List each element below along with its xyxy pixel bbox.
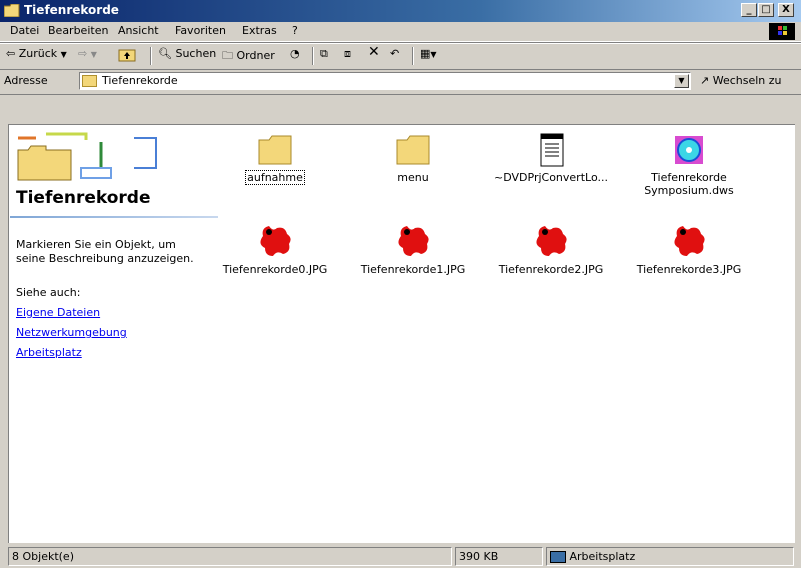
text-file-icon (540, 133, 564, 167)
status-object-count: 8 Objekt(e) (8, 547, 452, 566)
chevron-down-icon: ▼ (90, 50, 97, 59)
folder-icon (82, 75, 97, 87)
menu-bar: Datei Bearbeiten Ansicht Favoriten Extra… (0, 22, 801, 42)
computer-icon (550, 551, 566, 563)
folders-icon: 🗀 (222, 49, 233, 62)
undo-button[interactable]: ↶ (390, 47, 399, 60)
toolbar-separator (312, 47, 314, 65)
menu-help[interactable]: ? (292, 24, 298, 37)
link-netzwerkumgebung[interactable]: Netzwerkumgebung (16, 326, 127, 339)
forward-arrow-icon: ⇨ (78, 47, 88, 60)
jpg-image-icon (260, 226, 291, 256)
file-item[interactable]: Tiefenrekorde1.JPG (348, 222, 478, 276)
jpg-image-icon (536, 226, 567, 256)
up-folder-button[interactable] (118, 47, 136, 65)
folder-icon (396, 135, 430, 165)
go-button[interactable]: ↗ Wechseln zu (700, 74, 782, 87)
forward-button[interactable]: ⇨ ▼ (78, 47, 97, 60)
address-value: Tiefenrekorde (102, 74, 178, 87)
delete-icon: ✕ (368, 44, 380, 60)
back-button[interactable]: ⇦ Zurück ▼ (6, 47, 67, 60)
jpg-image-icon (398, 226, 429, 256)
panel-divider (10, 216, 218, 218)
go-arrow-icon: ↗ (700, 74, 710, 87)
folder-banner-icon (17, 132, 157, 181)
undo-icon: ↶ (390, 47, 400, 60)
views-icon: ▦ (420, 47, 431, 60)
history-button[interactable]: ◔ (290, 47, 300, 60)
toolbar: ⇦ Zurück ▼ ⇨ ▼ 🔍︎ Suchen 🗀 Ordner ◔ ⧉ ⧈ … (0, 42, 801, 70)
delete-button[interactable]: ✕ (368, 44, 380, 60)
history-icon: ◔ (290, 47, 300, 60)
windows-logo-icon (769, 23, 795, 40)
minimize-button[interactable]: _ (741, 3, 757, 17)
chevron-down-icon: ▼ (60, 50, 67, 59)
file-item[interactable]: aufnahme (210, 132, 340, 185)
move-to-icon: ⧉ (320, 47, 328, 60)
title-bar[interactable]: Tiefenrekorde _ □ X (0, 0, 801, 22)
folder-icon (4, 4, 20, 17)
file-item[interactable]: Tiefenrekorde0.JPG (210, 222, 340, 276)
link-arbeitsplatz[interactable]: Arbeitsplatz (16, 346, 82, 359)
panel-hint-line2: seine Beschreibung anzuzeigen. (16, 252, 194, 265)
search-icon: 🔍︎ (158, 47, 172, 60)
back-arrow-icon: ⇦ (6, 47, 16, 60)
address-dropdown-button[interactable]: ▼ (674, 74, 689, 88)
file-item[interactable]: Tiefenrekorde3.JPG (624, 222, 754, 276)
up-folder-icon (118, 49, 136, 62)
chevron-down-icon: ▼ (430, 50, 437, 59)
menu-bearbeiten[interactable]: Bearbeiten (48, 24, 108, 37)
copy-to-button[interactable]: ⧈ (344, 47, 351, 61)
address-input[interactable]: Tiefenrekorde ▼ (79, 72, 691, 90)
menu-extras[interactable]: Extras (242, 24, 277, 37)
address-label: Adresse (4, 74, 48, 87)
maximize-button[interactable]: □ (758, 3, 774, 17)
jpg-image-icon (674, 226, 705, 256)
toolbar-separator (412, 47, 414, 65)
file-item[interactable]: Tiefenrekorde Symposium.dws (624, 132, 754, 197)
status-zone: Arbeitsplatz (546, 547, 794, 566)
window-title: Tiefenrekorde (24, 3, 119, 17)
views-button[interactable]: ▦▼ (420, 47, 437, 60)
dvd-project-icon (675, 136, 703, 164)
see-also-label: Siehe auch: (16, 286, 81, 299)
status-size: 390 KB (455, 547, 543, 566)
menu-datei[interactable]: Datei (10, 24, 39, 37)
link-eigene-dateien[interactable]: Eigene Dateien (16, 306, 100, 319)
status-bar: 8 Objekt(e) 390 KB Arbeitsplatz (0, 544, 801, 568)
panel-hint-line1: Markieren Sie ein Objekt, um (16, 238, 176, 251)
chevron-down-icon: ▼ (678, 76, 685, 85)
address-bar: Adresse Tiefenrekorde ▼ ↗ Wechseln zu (0, 69, 801, 95)
menu-ansicht[interactable]: Ansicht (118, 24, 159, 37)
folder-icon (258, 135, 292, 165)
file-item[interactable]: Tiefenrekorde2.JPG (486, 222, 616, 276)
copy-to-icon: ⧈ (344, 47, 351, 60)
move-to-button[interactable]: ⧉ (320, 47, 328, 61)
toolbar-separator (150, 47, 152, 65)
search-button[interactable]: 🔍︎ Suchen (158, 47, 216, 60)
file-item[interactable]: menu (348, 132, 478, 184)
close-button[interactable]: X (778, 3, 794, 17)
menu-favoriten[interactable]: Favoriten (175, 24, 226, 37)
folders-button[interactable]: 🗀 Ordner (222, 47, 275, 66)
panel-title: Tiefenrekorde (16, 188, 151, 208)
file-item[interactable]: ~DVDPrjConvertLo... (486, 132, 616, 184)
